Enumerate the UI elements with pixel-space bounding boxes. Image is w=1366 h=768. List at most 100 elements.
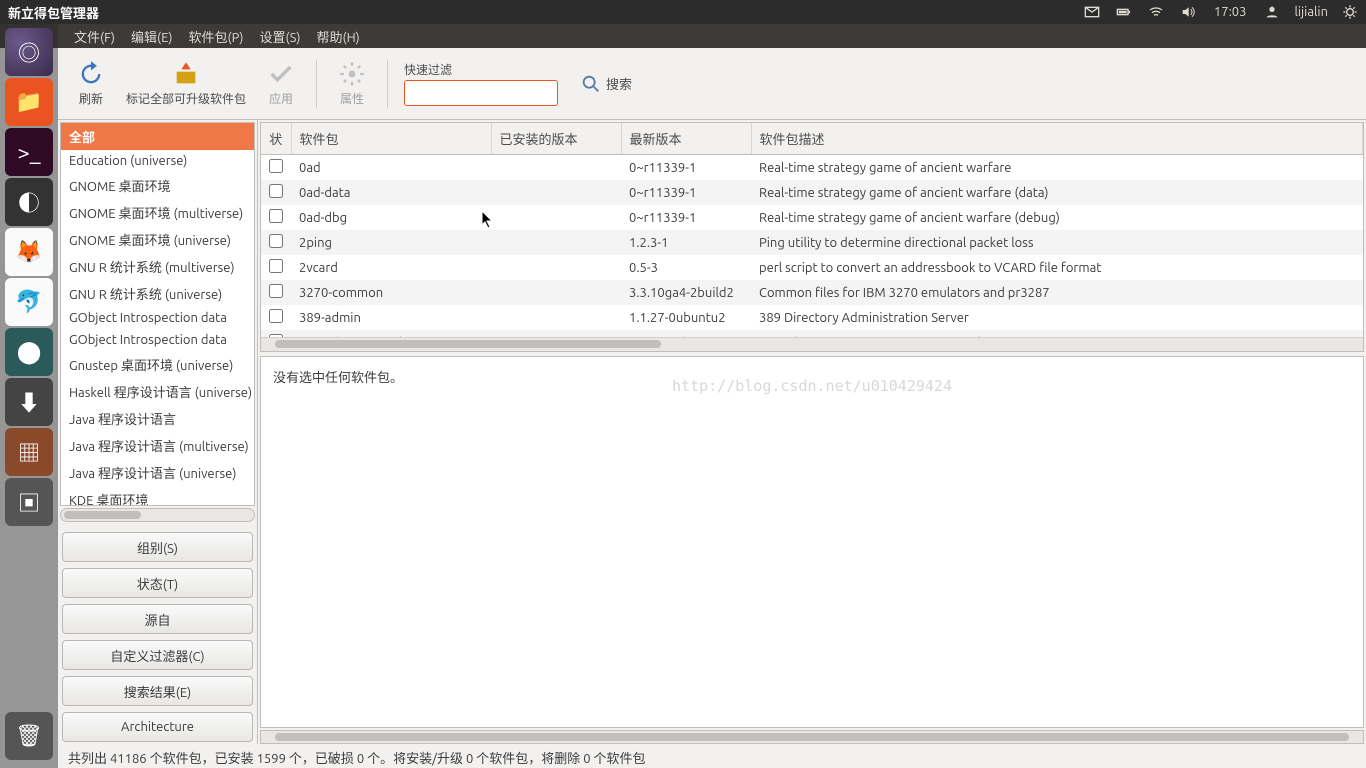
cell-package: 389-admin-console xyxy=(291,330,491,337)
cell-latest: 3.3.10ga4-2build2 xyxy=(621,280,751,305)
table-hscroll[interactable] xyxy=(261,337,1363,351)
category-item[interactable]: GNU R 统计系统 (universe) xyxy=(61,280,254,307)
launcher-app3[interactable]: ▦ xyxy=(5,428,53,476)
sidebar-filter-button[interactable]: 组别(S) xyxy=(62,532,253,562)
search-button[interactable]: 搜索 xyxy=(580,73,632,95)
package-checkbox[interactable] xyxy=(269,159,283,173)
package-checkbox[interactable] xyxy=(269,184,283,198)
cell-installed xyxy=(491,330,621,337)
clock[interactable]: 17:03 xyxy=(1204,5,1257,19)
launcher-files[interactable]: 📁 xyxy=(5,78,53,126)
table-row[interactable]: 3270-common 3.3.10ga4-2build2Common files… xyxy=(261,280,1363,305)
search-label: 搜索 xyxy=(606,74,632,93)
mail-icon[interactable] xyxy=(1076,4,1108,20)
sidebar-filter-button[interactable]: 源自 xyxy=(62,604,253,634)
category-item[interactable]: Java 程序设计语言 (multiverse) xyxy=(61,432,254,459)
col-installed[interactable]: 已安装的版本 xyxy=(491,123,621,155)
table-row[interactable]: 2vcard0.5-3perl script to convert an add… xyxy=(261,255,1363,280)
menu-settings[interactable]: 设置(S) xyxy=(251,27,308,46)
launcher-app2[interactable]: ⬇ xyxy=(5,378,53,426)
category-item[interactable]: GNOME 桌面环境 xyxy=(61,172,254,199)
col-package[interactable]: 软件包 xyxy=(291,123,491,155)
launcher-workbench[interactable]: 🐬 xyxy=(5,278,53,326)
category-item[interactable]: Java 程序设计语言 (universe) xyxy=(61,459,254,486)
category-item[interactable]: GObject Introspection data xyxy=(61,307,254,329)
category-item[interactable]: GNOME 桌面环境 (universe) xyxy=(61,226,254,253)
category-item[interactable]: 全部 xyxy=(61,123,254,150)
cell-installed xyxy=(491,280,621,305)
menu-file[interactable]: 文件(F) xyxy=(66,27,123,46)
menu-bar: 文件(F) 编辑(E) 软件包(P) 设置(S) 帮助(H) xyxy=(0,24,1366,48)
package-checkbox[interactable] xyxy=(269,234,283,248)
category-item[interactable]: Java 程序设计语言 xyxy=(61,405,254,432)
category-item[interactable]: Haskell 程序设计语言 (universe) xyxy=(61,378,254,405)
cell-installed xyxy=(491,155,621,181)
cell-desc: Common files for IBM 3270 emulators and … xyxy=(751,280,1363,305)
cell-package: 0ad-dbg xyxy=(291,205,491,230)
user-name[interactable]: lijialin xyxy=(1288,5,1334,19)
power-icon[interactable] xyxy=(1334,4,1366,20)
category-item[interactable]: Education (universe) xyxy=(61,150,254,172)
detail-hscroll[interactable] xyxy=(260,730,1364,744)
toolbar-separator-2 xyxy=(387,60,388,108)
menu-package[interactable]: 软件包(P) xyxy=(181,27,252,46)
col-desc[interactable]: 软件包描述 xyxy=(751,123,1363,155)
category-list[interactable]: 全部Education (universe)GNOME 桌面环境GNOME 桌面… xyxy=(60,122,255,506)
sidebar-filter-button[interactable]: 状态(T) xyxy=(62,568,253,598)
launcher-terminal[interactable]: >_ xyxy=(5,128,53,176)
launcher-eclipse[interactable]: ◐ xyxy=(5,178,53,226)
table-row[interactable]: 0ad-data0~r11339-1Real-time strategy gam… xyxy=(261,180,1363,205)
properties-label: 属性 xyxy=(340,90,364,107)
category-item[interactable]: Gnustep 桌面环境 (universe) xyxy=(61,351,254,378)
cell-package: 389-admin xyxy=(291,305,491,330)
table-row[interactable]: 0ad-dbg0~r11339-1Real-time strategy game… xyxy=(261,205,1363,230)
launcher-app1[interactable]: ⬤ xyxy=(5,328,53,376)
cell-latest: 0~r11339-1 xyxy=(621,155,751,181)
cell-package: 3270-common xyxy=(291,280,491,305)
package-checkbox[interactable] xyxy=(269,309,283,323)
sidebar-filter-button[interactable]: Architecture xyxy=(62,712,253,742)
cell-desc: Ping utility to determine directional pa… xyxy=(751,230,1363,255)
sidebar-hscroll[interactable] xyxy=(60,508,255,522)
cell-desc: perl script to convert an addressbook to… xyxy=(751,255,1363,280)
package-table[interactable]: 状 软件包 已安装的版本 最新版本 软件包描述 0ad0~r11339-1Rea… xyxy=(261,123,1363,337)
menu-edit[interactable]: 编辑(E) xyxy=(123,27,180,46)
wifi-icon[interactable] xyxy=(1140,4,1172,20)
volume-icon[interactable] xyxy=(1172,4,1204,20)
table-row[interactable]: 0ad0~r11339-1Real-time strategy game of … xyxy=(261,155,1363,181)
window-title: 新立得包管理器 xyxy=(0,3,99,22)
category-item[interactable]: KDE 桌面环境 xyxy=(61,486,254,506)
col-status[interactable]: 状 xyxy=(261,123,291,155)
package-table-wrap: 状 软件包 已安装的版本 最新版本 软件包描述 0ad0~r11339-1Rea… xyxy=(260,122,1364,352)
package-checkbox[interactable] xyxy=(269,209,283,223)
sidebar-filter-button[interactable]: 搜索结果(E) xyxy=(62,676,253,706)
reload-button[interactable]: 刷新 xyxy=(66,54,116,114)
cell-installed xyxy=(491,180,621,205)
col-latest[interactable]: 最新版本 xyxy=(621,123,751,155)
category-item[interactable]: GNU R 统计系统 (multiverse) xyxy=(61,253,254,280)
sidebar-filter-button[interactable]: 自定义过滤器(C) xyxy=(62,640,253,670)
launcher-workspace[interactable]: ▣ xyxy=(5,478,53,526)
menu-help[interactable]: 帮助(H) xyxy=(309,27,368,46)
table-row[interactable]: 2ping1.2.3-1Ping utility to determine di… xyxy=(261,230,1363,255)
launcher-dash[interactable]: ◎ xyxy=(5,28,53,76)
cell-latest: 0.5-3 xyxy=(621,255,751,280)
user-icon[interactable] xyxy=(1256,4,1288,20)
watermark: http://blog.csdn.net/u010429424 xyxy=(672,377,952,395)
table-row[interactable]: 389-admin-console1.1.8-1~ubuntu4389 admi… xyxy=(261,330,1363,337)
cell-desc: 389 Directory Administration Server xyxy=(751,305,1363,330)
top-panel: 新立得包管理器 17:03 lijialin xyxy=(0,0,1366,24)
cell-installed xyxy=(491,305,621,330)
filter-input[interactable] xyxy=(404,80,558,106)
launcher-trash[interactable]: 🗑 xyxy=(5,712,53,760)
launcher-firefox[interactable]: 🦊 xyxy=(5,228,53,276)
battery-icon[interactable] xyxy=(1108,4,1140,20)
category-item[interactable]: GNOME 桌面环境 (multiverse) xyxy=(61,199,254,226)
table-row[interactable]: 389-admin1.1.27-0ubuntu2389 Directory Ad… xyxy=(261,305,1363,330)
cell-installed xyxy=(491,255,621,280)
package-checkbox[interactable] xyxy=(269,284,283,298)
apply-button: 应用 xyxy=(256,54,306,114)
category-item[interactable]: GObject Introspection data xyxy=(61,329,254,351)
mark-upgrades-button[interactable]: 标记全部可升级软件包 xyxy=(120,54,252,114)
package-checkbox[interactable] xyxy=(269,259,283,273)
